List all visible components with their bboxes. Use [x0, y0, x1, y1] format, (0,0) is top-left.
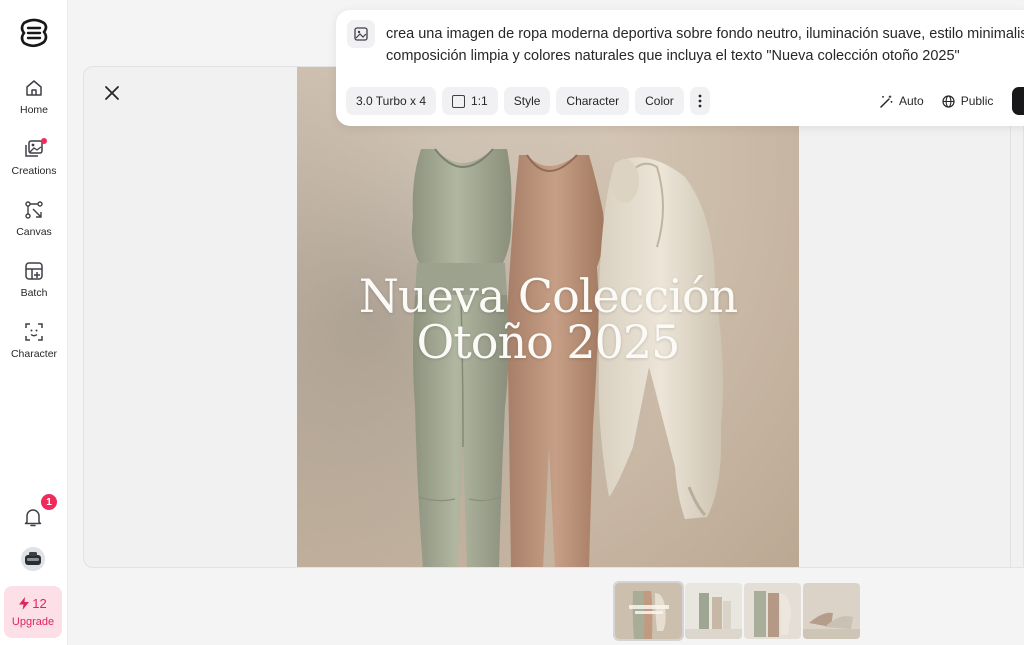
batch-icon [25, 262, 43, 280]
globe-icon [942, 94, 955, 108]
avatar[interactable] [21, 547, 45, 571]
character-label: Character [566, 94, 620, 108]
prompt-panel: crea una imagen de ropa moderna deportiv… [336, 10, 1024, 126]
image-reference-button[interactable] [347, 20, 375, 48]
new-creations-dot [41, 138, 47, 144]
square-icon [452, 94, 466, 108]
sidebar-item-label: Canvas [16, 226, 52, 238]
panel-divider [1010, 67, 1011, 567]
more-options-button[interactable] [689, 87, 710, 115]
prompt-line-2: composición limpia y colores naturales q… [386, 48, 960, 64]
magic-wand-icon [880, 95, 893, 108]
app-logo[interactable] [20, 18, 48, 48]
credits-value: 12 [32, 596, 47, 611]
sidebar-item-label: Creations [11, 165, 57, 177]
prompt-input[interactable]: crea una imagen de ropa moderna deportiv… [386, 23, 1024, 67]
face-scan-icon [25, 323, 43, 341]
bell-icon[interactable] [22, 506, 44, 528]
more-vertical-icon [698, 94, 702, 108]
model-label: 3.0 Turbo x 4 [356, 94, 427, 108]
sidebar: Home Creations Canvas Batch Character 1 … [0, 0, 68, 645]
ratio-label: 1:1 [471, 94, 488, 108]
credits-count: 12 [19, 596, 47, 611]
sidebar-item-label: Home [19, 104, 48, 116]
generated-image[interactable]: Nueva Colección Otoño 2025 [297, 67, 799, 567]
thumbnail-1[interactable] [613, 581, 684, 641]
upgrade-button[interactable]: 12 Upgrade [4, 586, 62, 638]
lightning-icon [19, 597, 30, 610]
thumbnail-image [685, 583, 742, 639]
prompt-line-1: crea una imagen de ropa moderna deportiv… [386, 26, 1024, 42]
model-selector[interactable]: 3.0 Turbo x 4 [346, 87, 437, 115]
avatar-image [21, 547, 45, 571]
close-icon[interactable] [102, 83, 122, 103]
image-viewer: Nueva Colección Otoño 2025 [83, 66, 1024, 568]
character-button[interactable]: Character [556, 87, 630, 115]
sidebar-item-creations[interactable]: Creations [0, 137, 68, 189]
sidebar-item-label: Character [10, 348, 58, 360]
color-button[interactable]: Color [635, 87, 684, 115]
sidebar-item-home[interactable]: Home [0, 76, 68, 128]
visibility-button[interactable]: Public [942, 94, 994, 108]
image-title-line2: Otoño 2025 [416, 315, 681, 369]
thumbnail-3[interactable] [744, 583, 801, 639]
sidebar-item-canvas[interactable]: Canvas [0, 198, 68, 250]
auto-label: Auto [899, 94, 924, 108]
style-label: Style [513, 94, 541, 108]
home-icon [26, 80, 42, 96]
aspect-ratio-selector[interactable]: 1:1 [442, 87, 498, 115]
color-label: Color [645, 94, 674, 108]
sidebar-item-batch[interactable]: Batch [0, 259, 68, 311]
notification-badge: 1 [41, 494, 57, 510]
sidebar-item-label: Batch [20, 287, 48, 299]
sidebar-item-character[interactable]: Character [0, 320, 68, 372]
style-button[interactable]: Style [503, 87, 551, 115]
thumbnail-image [744, 583, 801, 639]
thumbnail-4[interactable] [803, 583, 860, 639]
visibility-label: Public [960, 94, 994, 108]
generate-button[interactable] [1012, 87, 1024, 115]
prompt-options: Auto Public [880, 87, 993, 115]
upgrade-label: Upgrade [11, 616, 55, 628]
thumbnail-2[interactable] [685, 583, 742, 639]
canvas-icon [25, 201, 43, 219]
generation-toolbar: 3.0 Turbo x 4 1:1 Style Character Color [346, 87, 710, 115]
thumbnail-image [803, 583, 860, 639]
image-upload-icon [354, 27, 368, 41]
thumbnail-image [615, 583, 682, 639]
auto-enhance-button[interactable]: Auto [880, 94, 924, 108]
